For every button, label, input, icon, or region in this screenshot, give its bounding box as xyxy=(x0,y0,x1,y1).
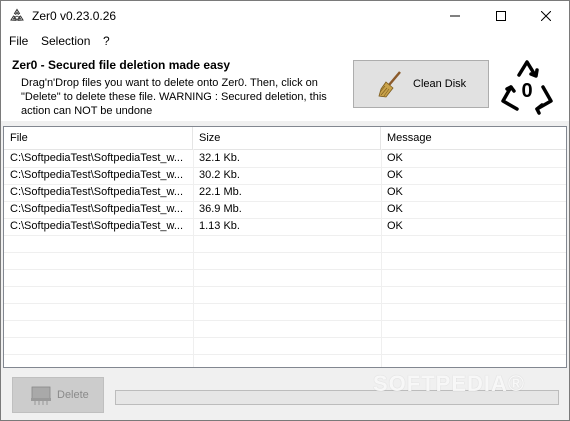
recycle-logo-digit: 0 xyxy=(521,80,532,102)
column-header-size[interactable]: Size xyxy=(193,127,381,149)
delete-button[interactable]: Delete xyxy=(12,377,104,413)
delete-label: Delete xyxy=(57,389,89,401)
table-row[interactable]: C:\SoftpediaTest\SoftpediaTest_w... 22.1… xyxy=(4,184,566,202)
cell-size: 36.9 Mb. xyxy=(199,203,242,215)
column-header-file[interactable]: File xyxy=(4,127,193,149)
menu-file[interactable]: File xyxy=(9,34,28,48)
cell-size: 1.13 Kb. xyxy=(199,220,240,232)
clean-disk-label: Clean Disk xyxy=(413,78,467,90)
broom-icon xyxy=(378,71,401,98)
cell-message: OK xyxy=(387,203,403,215)
cell-size: 32.1 Kb. xyxy=(199,152,240,164)
recycle-app-icon xyxy=(10,8,24,21)
menu-help[interactable]: ? xyxy=(103,34,110,48)
empty-row xyxy=(4,303,566,321)
minimize-icon xyxy=(450,15,460,17)
title-bar[interactable]: Zer0 v0.23.0.26 xyxy=(1,1,569,31)
table-row[interactable]: C:\SoftpediaTest\SoftpediaTest_w... 1.13… xyxy=(4,218,566,236)
header-description: Drag'n'Drop files you want to delete ont… xyxy=(21,77,327,117)
cell-message: OK xyxy=(387,152,403,164)
maximize-button[interactable] xyxy=(478,1,524,31)
cell-size: 30.2 Kb. xyxy=(199,169,240,181)
cell-file: C:\SoftpediaTest\SoftpediaTest_w... xyxy=(10,152,184,164)
close-button[interactable] xyxy=(523,1,569,31)
empty-row xyxy=(4,252,566,270)
close-icon xyxy=(541,11,551,21)
empty-row xyxy=(4,286,566,304)
menu-bar: File Selection ? xyxy=(1,31,569,51)
empty-row xyxy=(4,320,566,338)
maximize-icon xyxy=(496,11,506,21)
softpedia-watermark: SOFTPEDIA® xyxy=(373,371,526,396)
window-title: Zer0 v0.23.0.26 xyxy=(32,9,117,23)
empty-row xyxy=(4,337,566,355)
empty-row xyxy=(4,235,566,253)
cell-message: OK xyxy=(387,186,403,198)
clean-disk-button[interactable]: Clean Disk xyxy=(353,60,489,108)
cell-file: C:\SoftpediaTest\SoftpediaTest_w... xyxy=(10,169,184,181)
cell-message: OK xyxy=(387,220,403,232)
recycle-logo-icon: 0 xyxy=(501,60,553,115)
menu-selection[interactable]: Selection xyxy=(41,34,90,48)
minimize-button[interactable] xyxy=(432,1,478,31)
table-row[interactable]: C:\SoftpediaTest\SoftpediaTest_w... 30.2… xyxy=(4,167,566,185)
cell-file: C:\SoftpediaTest\SoftpediaTest_w... xyxy=(10,203,184,215)
file-list[interactable]: File Size Message C:\SoftpediaTest\Softp… xyxy=(3,126,567,368)
header-title: Zer0 - Secured file deletion made easy xyxy=(12,58,231,72)
cell-file: C:\SoftpediaTest\SoftpediaTest_w... xyxy=(10,220,184,232)
table-row[interactable]: C:\SoftpediaTest\SoftpediaTest_w... 32.1… xyxy=(4,150,566,168)
app-window: Zer0 v0.23.0.26 File Selection ? Zer0 - … xyxy=(0,0,570,421)
empty-row xyxy=(4,269,566,287)
cell-message: OK xyxy=(387,169,403,181)
header-panel: Zer0 - Secured file deletion made easy D… xyxy=(1,51,569,121)
cell-file: C:\SoftpediaTest\SoftpediaTest_w... xyxy=(10,186,184,198)
shredder-icon xyxy=(31,386,51,405)
cell-size: 22.1 Mb. xyxy=(199,186,242,198)
column-header-message[interactable]: Message xyxy=(381,127,566,149)
table-row[interactable]: C:\SoftpediaTest\SoftpediaTest_w... 36.9… xyxy=(4,201,566,219)
file-list-header: File Size Message xyxy=(4,127,566,150)
